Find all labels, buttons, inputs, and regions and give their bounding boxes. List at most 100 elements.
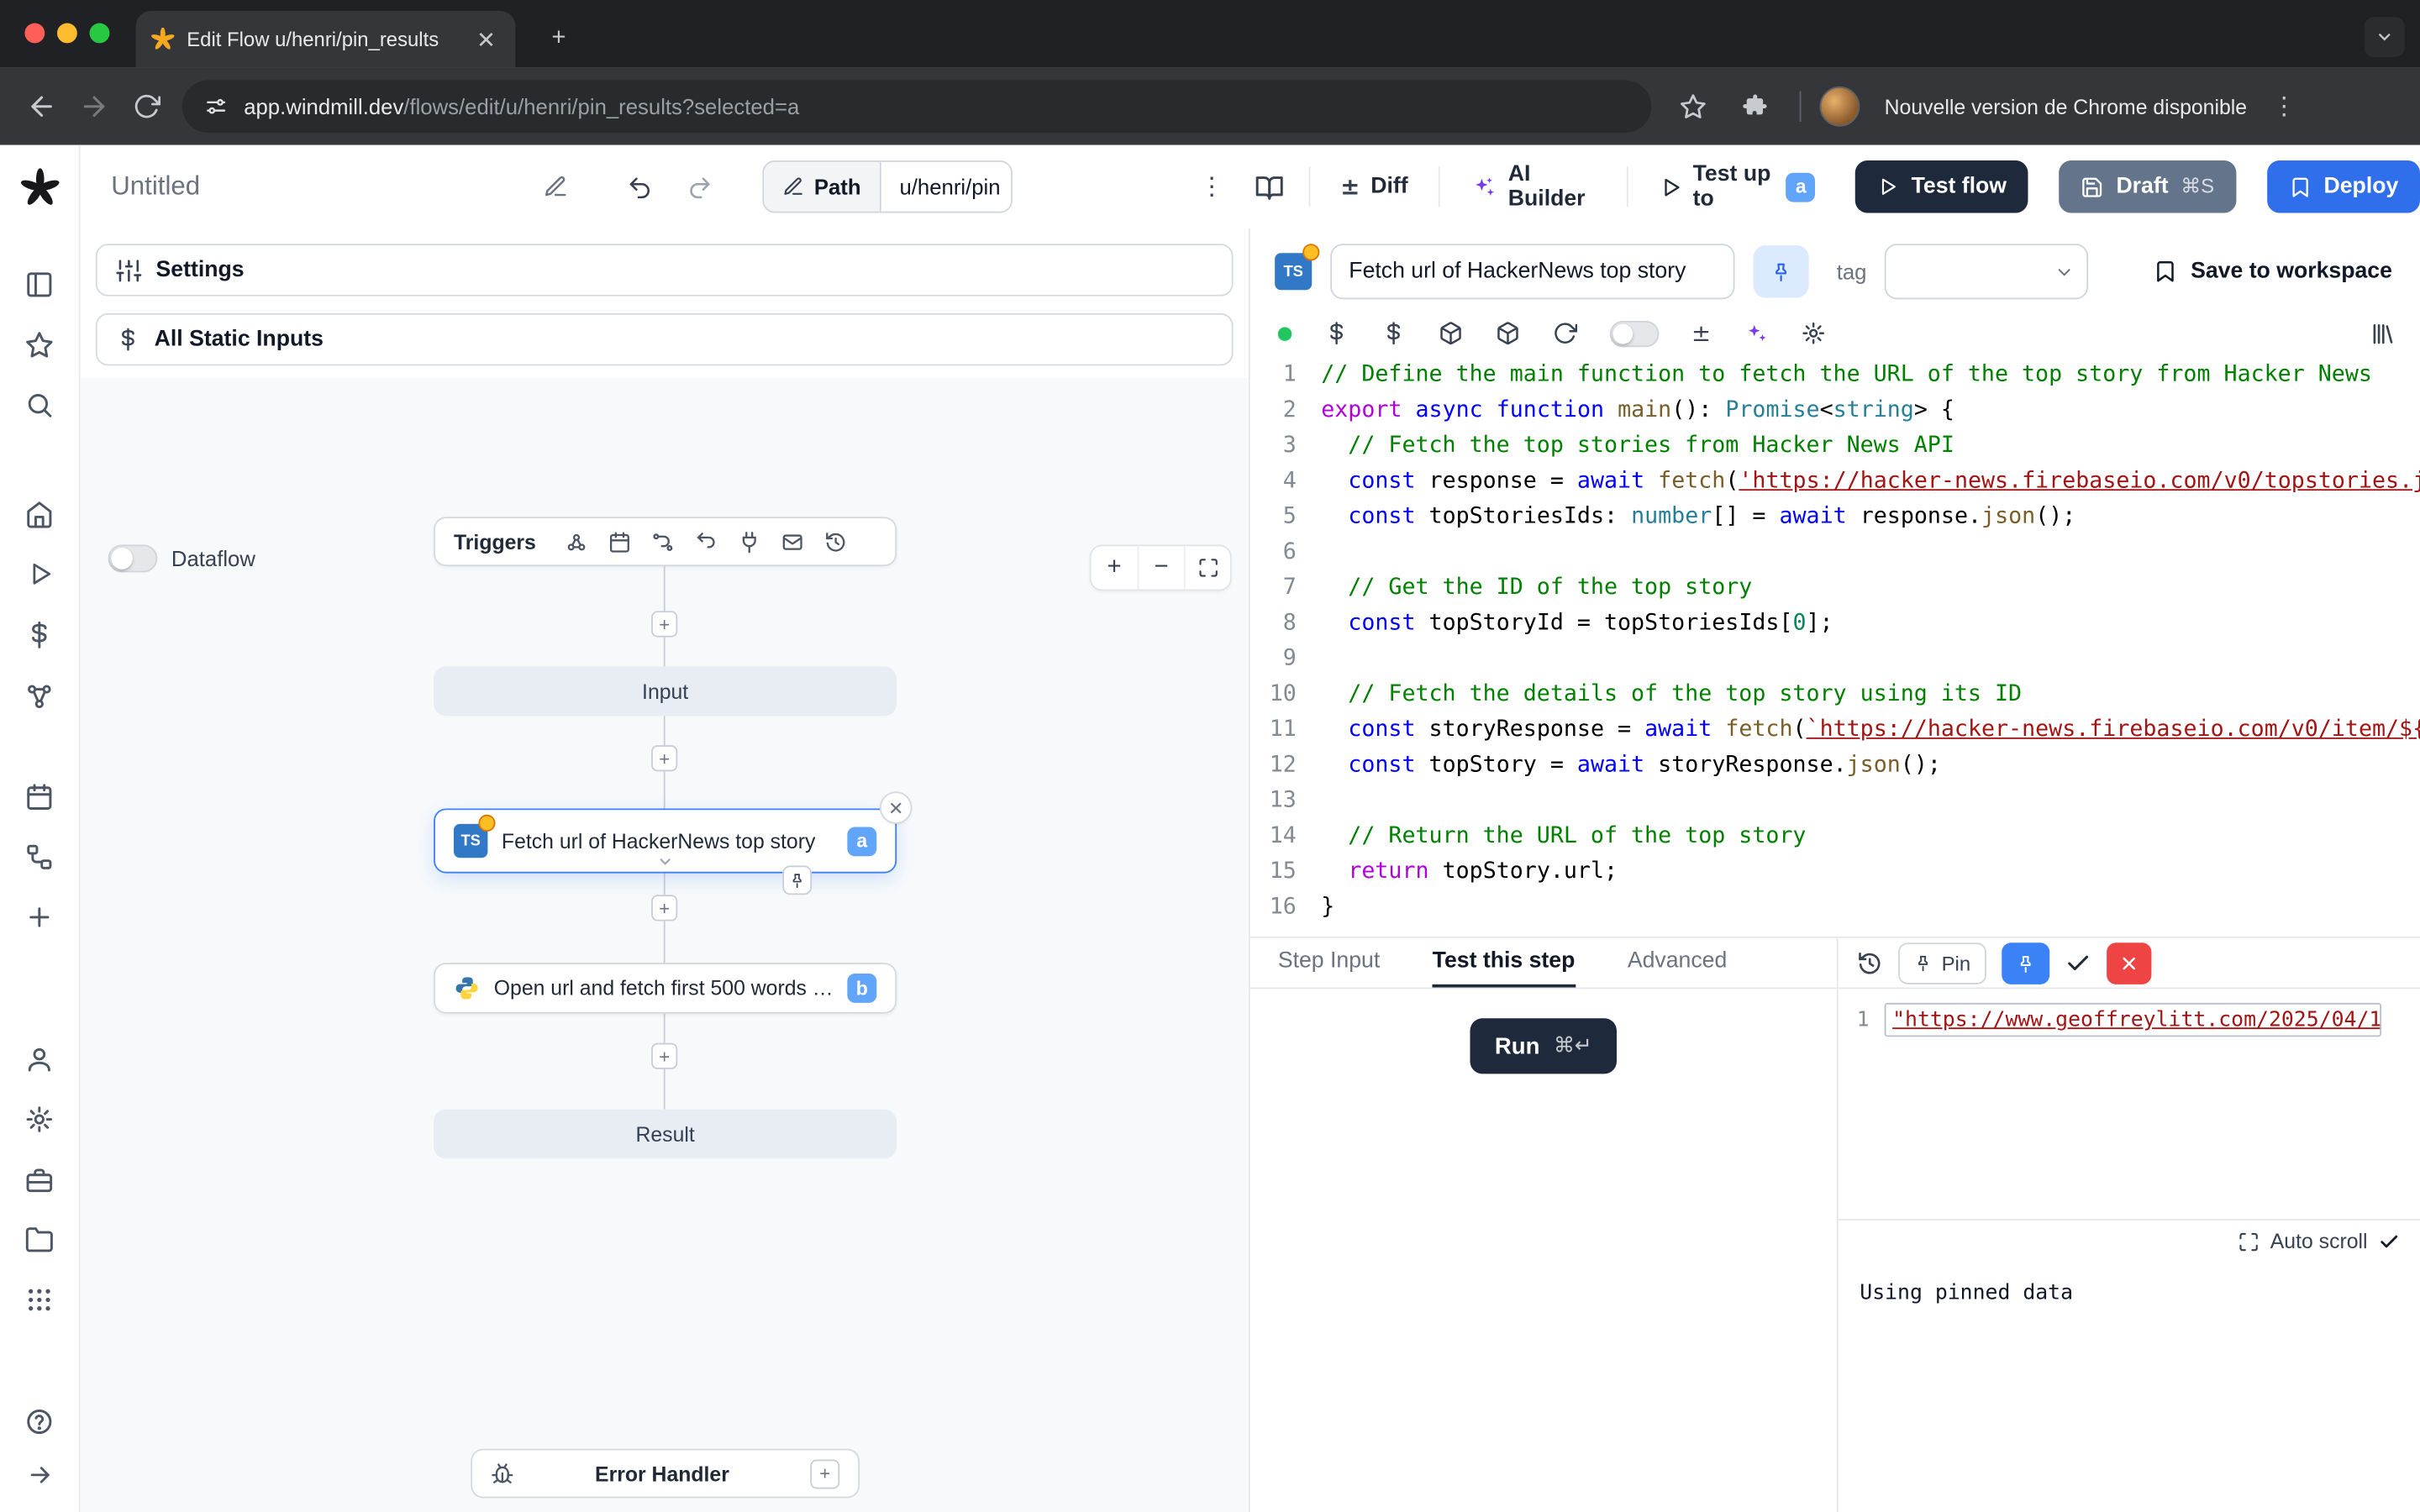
rail-settings-gear-icon[interactable] (13, 1092, 66, 1144)
fullscreen-window-button[interactable] (90, 24, 110, 44)
editor-settings-gear-icon[interactable] (1801, 321, 1825, 345)
package-icon[interactable] (1496, 321, 1520, 345)
insert-step-button[interactable]: + (651, 745, 677, 771)
profile-avatar[interactable] (1820, 87, 1860, 127)
remove-step-icon[interactable]: ✕ (880, 791, 913, 824)
input-node[interactable]: Input (434, 666, 897, 716)
resources-dollar-icon[interactable] (1381, 321, 1406, 345)
insert-step-button[interactable]: + (651, 611, 677, 637)
zoom-out-button[interactable]: − (1138, 546, 1184, 589)
unpin-close-button[interactable] (2107, 942, 2151, 984)
tab-search-button[interactable] (2365, 17, 2405, 57)
pin-toggle-button[interactable] (1754, 245, 1809, 297)
add-error-handler-button[interactable]: + (810, 1459, 839, 1488)
tab-close-icon[interactable]: ✕ (472, 25, 500, 53)
flow-name[interactable]: Untitled (111, 171, 200, 202)
variables-dollar-icon[interactable] (1324, 321, 1349, 345)
rail-user-icon[interactable] (13, 1032, 66, 1084)
chrome-update-notice[interactable]: Nouvelle version de Chrome disponible (1885, 95, 2247, 118)
tab-step-input[interactable]: Step Input (1278, 938, 1380, 988)
rail-search-icon[interactable] (13, 378, 66, 430)
forward-button[interactable] (68, 81, 120, 133)
deploy-button[interactable]: Deploy (2267, 160, 2420, 213)
pinned-data-pin-icon[interactable] (782, 865, 812, 895)
code-line[interactable]: 8 const topStoryId = topStoriesIds[0]; (1250, 606, 2420, 642)
library-icon[interactable] (2369, 320, 2395, 346)
error-handler-node[interactable]: Error Handler + (471, 1449, 860, 1499)
result-node[interactable]: Result (434, 1110, 897, 1159)
rail-favorites-icon[interactable] (13, 318, 66, 370)
rail-apps-grid-icon[interactable] (13, 1273, 66, 1325)
confirm-check-icon[interactable] (2065, 950, 2091, 976)
code-line[interactable]: 9 (1250, 642, 2420, 677)
rail-workers-icon[interactable] (13, 1154, 66, 1206)
editor-toggle[interactable] (1610, 320, 1660, 346)
more-menu-icon[interactable]: ⋮ (1191, 165, 1233, 208)
fit-view-button[interactable] (1184, 546, 1230, 589)
code-line[interactable]: 2export async function main(): Promise<s… (1250, 393, 2420, 428)
rail-flows-icon[interactable] (13, 830, 66, 882)
trigger-websocket-icon[interactable] (684, 530, 727, 554)
path-segment[interactable]: Path (765, 162, 881, 212)
back-button[interactable] (15, 81, 67, 133)
auto-scroll-check-icon[interactable] (2378, 1231, 2400, 1252)
tab-advanced[interactable]: Advanced (1628, 938, 1727, 988)
settings-row[interactable]: Settings (96, 244, 1234, 296)
draft-button[interactable]: Draft ⌘S (2059, 160, 2235, 213)
expand-icon[interactable] (2238, 1231, 2260, 1252)
undo-button[interactable] (615, 162, 663, 212)
static-inputs-row[interactable]: All Static Inputs (96, 313, 1234, 365)
save-to-workspace-button[interactable]: Save to workspace (2144, 245, 2402, 297)
trigger-mqtt-plug-icon[interactable] (728, 530, 771, 554)
chevron-down-icon[interactable] (657, 853, 674, 870)
zoom-in-button[interactable]: + (1092, 546, 1138, 589)
pinned-value[interactable]: "https://www.geoffreylitt.com/2025/04/12… (1885, 1003, 2381, 1037)
tag-select[interactable] (1886, 244, 2089, 299)
trigger-http-route-icon[interactable] (641, 530, 684, 554)
refresh-icon[interactable] (1553, 321, 1577, 345)
step-title-input[interactable]: Fetch url of HackerNews top story (1330, 244, 1734, 299)
rail-help-icon[interactable] (13, 1394, 66, 1446)
insert-step-button[interactable]: + (651, 1043, 677, 1069)
dataflow-toggle[interactable] (108, 544, 158, 572)
new-tab-button[interactable]: + (537, 17, 580, 60)
pinned-data-editor[interactable]: 1 "https://www.geoffreylitt.com/2025/04/… (1839, 989, 2420, 1037)
path-control[interactable]: Path u/henri/pin (763, 160, 1012, 213)
rail-collapse-icon[interactable] (13, 1449, 66, 1501)
browser-menu-icon[interactable]: ⋮ (2265, 91, 2302, 122)
rail-editor-icon[interactable] (13, 258, 66, 310)
package-icon[interactable] (1439, 321, 1463, 345)
rail-schedules-icon[interactable] (13, 770, 66, 822)
code-line[interactable]: 12 const topStory = await storyResponse.… (1250, 748, 2420, 784)
site-settings-icon[interactable] (203, 94, 228, 118)
address-bar[interactable]: app.windmill.dev/flows/edit/u/henri/pin_… (182, 81, 1652, 133)
tab-test-this-step[interactable]: Test this step (1433, 938, 1576, 988)
code-line[interactable]: 4 const response = await fetch('https://… (1250, 465, 2420, 500)
flow-graph[interactable]: Dataflow + − Triggers (81, 378, 1249, 1512)
browser-tab[interactable]: Edit Flow u/henri/pin_results ✕ (136, 11, 516, 68)
rail-add-icon[interactable] (13, 890, 66, 942)
ai-builder-button[interactable]: AI Builder (1455, 160, 1611, 213)
code-editor[interactable]: 1// Define the main function to fetch th… (1250, 358, 2420, 937)
bookmark-star-icon[interactable] (1667, 81, 1719, 133)
code-line[interactable]: 5 const topStoriesIds: number[] = await … (1250, 500, 2420, 535)
code-line[interactable]: 3 // Fetch the top stories from Hacker N… (1250, 429, 2420, 465)
step-node-b[interactable]: Open url and fetch first 500 words of ..… (434, 963, 897, 1014)
history-icon[interactable] (1857, 950, 1883, 976)
step-node-a[interactable]: TS Fetch url of HackerNews top story a (434, 808, 897, 873)
minimize-window-button[interactable] (57, 24, 77, 44)
trigger-poll-icon[interactable] (813, 530, 856, 554)
rail-runs-icon[interactable] (13, 548, 66, 600)
ai-wand-icon[interactable] (1744, 321, 1768, 345)
redo-button[interactable] (676, 162, 723, 212)
diff-button[interactable]: ± Diff (1325, 160, 1423, 213)
auto-scroll-label[interactable]: Auto scroll (2270, 1230, 2368, 1253)
triggers-node[interactable]: Triggers (434, 517, 897, 566)
docs-book-button[interactable] (1245, 160, 1293, 213)
test-up-to-button[interactable]: Test up to a (1644, 160, 1831, 213)
code-line[interactable]: 15 return topStory.url; (1250, 855, 2420, 890)
windmill-logo[interactable] (13, 162, 66, 214)
code-line[interactable]: 1// Define the main function to fetch th… (1250, 358, 2420, 393)
insert-step-button[interactable]: + (651, 895, 677, 921)
code-line[interactable]: 16} (1250, 890, 2420, 926)
